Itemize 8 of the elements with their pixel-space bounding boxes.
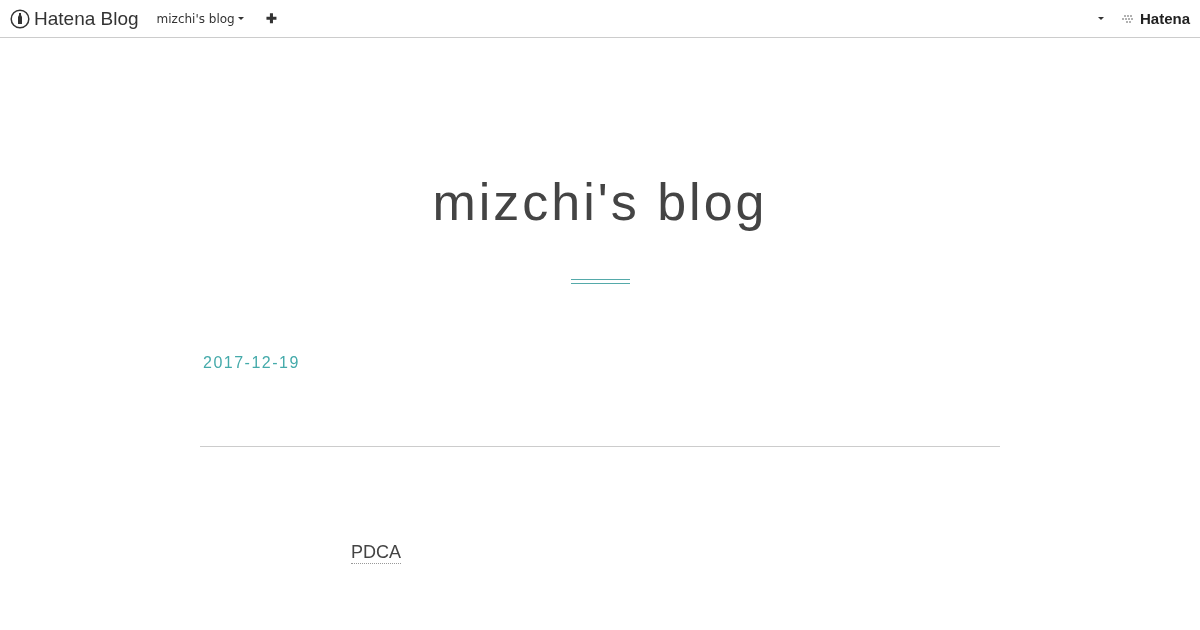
logo-icon [10, 8, 30, 29]
category-link[interactable]: PDCA [351, 542, 401, 564]
blog-title[interactable]: mizchi's blog [0, 172, 1200, 232]
hatena-blog-logo[interactable]: Hatena Blog [10, 7, 139, 30]
title-underline [570, 279, 630, 284]
hatena-logo[interactable]: Hatena [1121, 10, 1190, 27]
blog-menu[interactable]: mizchi's blog [156, 11, 244, 26]
add-button[interactable]: ✚ [265, 11, 277, 26]
